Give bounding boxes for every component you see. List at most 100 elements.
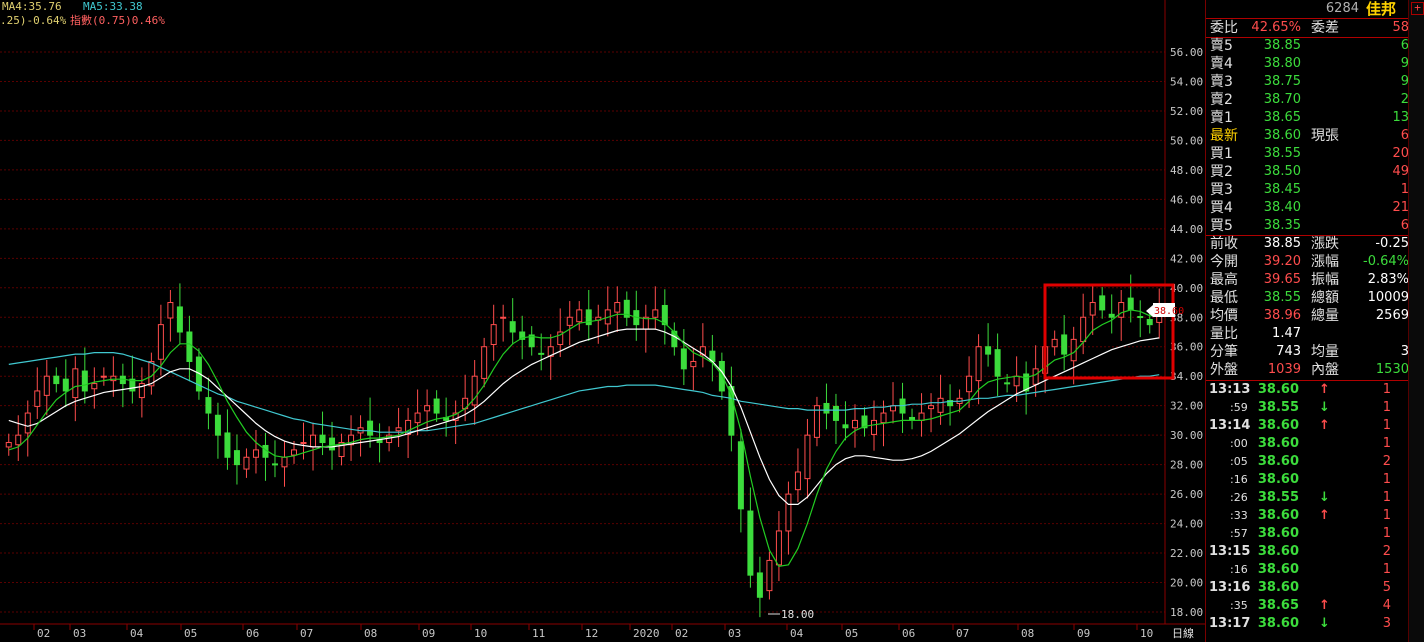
candle-body — [43, 375, 50, 396]
tick-price: 38.60 — [1257, 562, 1299, 577]
x-tick-label: 03 — [728, 627, 741, 640]
ma-white-line — [8, 328, 1160, 505]
candle-body — [72, 368, 79, 399]
candle-body — [100, 375, 107, 378]
x-tick-label: 10 — [1140, 627, 1153, 640]
expand-icon[interactable]: + — [1411, 2, 1424, 15]
row-value-2: 10009 — [1367, 290, 1409, 305]
candle-body — [205, 397, 212, 414]
tick-price: 38.60 — [1257, 526, 1299, 541]
candle-body — [1108, 313, 1115, 318]
row-label-2: 內盤 — [1311, 362, 1339, 378]
candle-body — [224, 432, 231, 458]
min-price-annotation: 18.00 — [768, 608, 814, 621]
arrow-down-icon: ↓ — [1319, 616, 1330, 631]
tick-price: 38.55 — [1257, 400, 1299, 415]
y-tick-label: 26.00 — [1170, 488, 1203, 501]
ma-cyan-line — [8, 352, 1160, 433]
row-label-2: 漲幅 — [1311, 254, 1339, 270]
tick-row: :16 38.60 1 — [1206, 561, 1411, 579]
candle-body — [614, 302, 621, 313]
min-price-label: 18.00 — [781, 608, 814, 621]
row-value-2: 49 — [1392, 164, 1409, 179]
last-row: 最新 38.60 現張 6 — [1206, 127, 1411, 145]
now-label: 現張 — [1311, 128, 1339, 144]
ask-row: 賣1 38.65 13 — [1206, 109, 1411, 127]
x-tick-label: 02 — [675, 627, 688, 640]
candle-body — [24, 412, 31, 434]
x-tick-label: 08 — [364, 627, 377, 640]
tick-row: :26 38.55 ↓ 1 — [1206, 489, 1411, 507]
row-label: 買2 — [1210, 164, 1233, 180]
tick-time: 13:16 — [1209, 580, 1251, 595]
candle-body — [433, 398, 440, 414]
candle-body — [794, 471, 801, 491]
tick-row: :35 38.65 ↑ 4 — [1206, 597, 1411, 615]
candle-body — [880, 412, 887, 424]
candle-body — [414, 412, 421, 424]
row-label-2: 總量 — [1311, 308, 1339, 324]
row-value: 38.70 — [1263, 92, 1301, 107]
x-tick-label: 11 — [532, 627, 545, 640]
x-tick-label: 07 — [956, 627, 969, 640]
y-tick-label: 50.00 — [1170, 134, 1203, 147]
candle-body — [34, 390, 41, 407]
candle-body — [718, 360, 725, 392]
tick-row: :59 38.55 ↓ 1 — [1206, 399, 1411, 417]
row-label: 量比 — [1210, 326, 1238, 342]
stat-row: 今開 39.20 漲幅 -0.64% — [1206, 253, 1411, 271]
tick-volume: 1 — [1382, 400, 1391, 415]
row-value: 38.80 — [1263, 56, 1301, 71]
tick-volume: 1 — [1382, 472, 1391, 487]
row-label: 賣2 — [1210, 92, 1233, 108]
candle-body — [1118, 302, 1125, 318]
tick-row: 13:17 38.60 ↓ 3 — [1206, 615, 1411, 633]
row-label-2: 均量 — [1311, 344, 1339, 360]
row-value: 38.96 — [1263, 308, 1301, 323]
tick-time: :33 — [1230, 509, 1248, 522]
candle-body — [1146, 318, 1153, 326]
x-tick-label: 08 — [1021, 627, 1034, 640]
candle-body — [271, 463, 278, 466]
candle-body — [1089, 302, 1096, 316]
tick-row: 13:14 38.60 ↑ 1 — [1206, 417, 1411, 435]
y-tick-label: 24.00 — [1170, 518, 1203, 531]
candle-body — [937, 397, 944, 413]
row-label: 前收 — [1210, 236, 1238, 252]
y-tick-label: 46.00 — [1170, 193, 1203, 206]
row-label: 賣1 — [1210, 110, 1233, 126]
candle-body — [804, 434, 811, 480]
row-value: 38.75 — [1263, 74, 1301, 89]
row-value-2: 20 — [1392, 146, 1409, 161]
y-tick-label: 54.00 — [1170, 75, 1203, 88]
candle-body — [310, 434, 317, 448]
candle-body — [176, 306, 183, 333]
scrollbar[interactable]: + — [1408, 0, 1424, 642]
arrow-up-icon: ↑ — [1319, 598, 1330, 613]
x-tick-label: 09 — [1077, 627, 1090, 640]
tick-price: 38.60 — [1257, 616, 1299, 631]
candle-body — [985, 346, 992, 355]
candle-body — [319, 434, 326, 444]
stat-row: 量比 1.47 — [1206, 325, 1411, 343]
candle-body — [1004, 382, 1011, 385]
candle-body — [747, 510, 754, 576]
row-value: 38.45 — [1263, 182, 1301, 197]
y-tick-label: 34.00 — [1170, 370, 1203, 383]
tick-time: :16 — [1230, 473, 1248, 486]
row-value: 39.20 — [1263, 254, 1301, 269]
candle-body — [823, 402, 830, 414]
arrow-up-icon: ↑ — [1319, 508, 1330, 523]
bid-row: 買4 38.40 21 — [1206, 199, 1411, 217]
stock-name: 佳邦 — [1366, 0, 1397, 18]
y-tick-label: 18.00 — [1170, 606, 1203, 619]
tick-time: :57 — [1230, 527, 1248, 540]
candle-body — [281, 456, 288, 468]
bid-row: 買1 38.55 20 — [1206, 145, 1411, 163]
x-tick-label: 02 — [37, 627, 50, 640]
tick-volume: 2 — [1382, 454, 1391, 469]
candle-body — [566, 316, 573, 326]
x-tick-label: 06 — [246, 627, 259, 640]
bid-row: 買3 38.45 1 — [1206, 181, 1411, 199]
candlestick-chart[interactable]: 56.00 54.00 52.00 50.00 48.00 46.00 44.00 42.00… — [0, 0, 1205, 642]
